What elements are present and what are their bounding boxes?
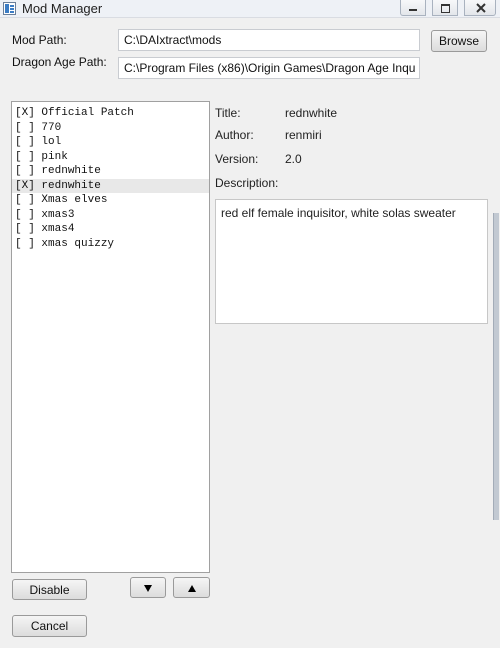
mod-enabled-marker[interactable]: [ ]: [15, 223, 35, 235]
mod-name: xmas4: [41, 223, 75, 235]
mod-path-label: Mod Path:: [12, 33, 67, 47]
version-value: 2.0: [285, 152, 302, 166]
mod-name: pink: [41, 150, 68, 163]
dragon-age-path-label: Dragon Age Path:: [12, 55, 107, 69]
mod-list-item[interactable]: [ ] pink: [12, 150, 209, 165]
mod-name: Official Patch: [41, 107, 134, 119]
browse-button[interactable]: Browse: [431, 30, 487, 52]
title-value: rednwhite: [285, 106, 338, 120]
mod-enabled-marker[interactable]: [ ]: [15, 136, 35, 148]
close-button[interactable]: [464, 0, 496, 16]
mod-list-item[interactable]: [X] Official Patch: [12, 106, 209, 121]
close-icon: [476, 3, 486, 13]
mod-enabled-marker[interactable]: [X]: [15, 107, 35, 119]
mod-list-item[interactable]: [ ] xmas3: [12, 208, 209, 223]
app-icon: [3, 2, 16, 15]
mod-enabled-marker[interactable]: [X]: [15, 180, 35, 192]
mod-name: 770: [41, 121, 62, 134]
title-bar[interactable]: Mod Manager: [0, 0, 500, 18]
mod-name: lol: [41, 136, 62, 148]
author-value: renmiri: [285, 128, 322, 142]
mod-name: rednwhite: [41, 165, 101, 177]
mod-name: xmas quizzy: [41, 237, 115, 250]
mod-list-item[interactable]: [ ] xmas4: [12, 222, 209, 237]
mod-name: xmas3: [41, 208, 75, 221]
title-label: Title:: [215, 106, 241, 120]
window-title: Mod Manager: [22, 1, 103, 16]
mod-enabled-marker[interactable]: [ ]: [15, 209, 35, 221]
dragon-age-path-input[interactable]: C:\Program Files (x86)\Origin Games\Drag…: [118, 57, 420, 79]
minimize-button[interactable]: [400, 0, 426, 16]
description-label: Description:: [215, 176, 279, 190]
cancel-button[interactable]: Cancel: [12, 615, 87, 637]
triangle-up-icon: [187, 585, 196, 592]
mod-name: Xmas elves: [41, 194, 108, 206]
mod-name: rednwhite: [41, 179, 101, 192]
move-down-button[interactable]: [130, 577, 166, 598]
mod-enabled-marker[interactable]: [ ]: [15, 194, 35, 206]
mod-list-item[interactable]: [ ] lol: [12, 135, 209, 150]
mod-path-input[interactable]: C:\DAIxtract\mods: [118, 29, 420, 51]
move-up-button[interactable]: [173, 577, 210, 598]
version-label: Version:: [215, 152, 259, 166]
window-resize-edge[interactable]: [493, 213, 499, 520]
mod-list[interactable]: [X] Official Patch[ ] 770[ ] lol[ ] pink…: [11, 101, 210, 573]
mod-list-item[interactable]: [ ] xmas quizzy: [12, 237, 209, 252]
maximize-button[interactable]: [432, 0, 458, 16]
mod-enabled-marker[interactable]: [ ]: [15, 165, 35, 177]
mod-enabled-marker[interactable]: [ ]: [15, 122, 35, 134]
mod-list-item[interactable]: [ ] Xmas elves: [12, 193, 209, 208]
mod-list-item[interactable]: [ ] rednwhite: [12, 164, 209, 179]
description-textbox[interactable]: red elf female inquisitor, white solas s…: [215, 199, 488, 324]
mod-list-item[interactable]: [ ] 770: [12, 121, 209, 136]
author-label: Author:: [215, 128, 254, 142]
mod-enabled-marker[interactable]: [ ]: [15, 151, 35, 163]
triangle-down-icon: [144, 585, 152, 592]
mod-enabled-marker[interactable]: [ ]: [15, 238, 35, 250]
mod-list-item[interactable]: [X] rednwhite: [12, 178, 209, 193]
disable-button[interactable]: Disable: [12, 579, 87, 600]
